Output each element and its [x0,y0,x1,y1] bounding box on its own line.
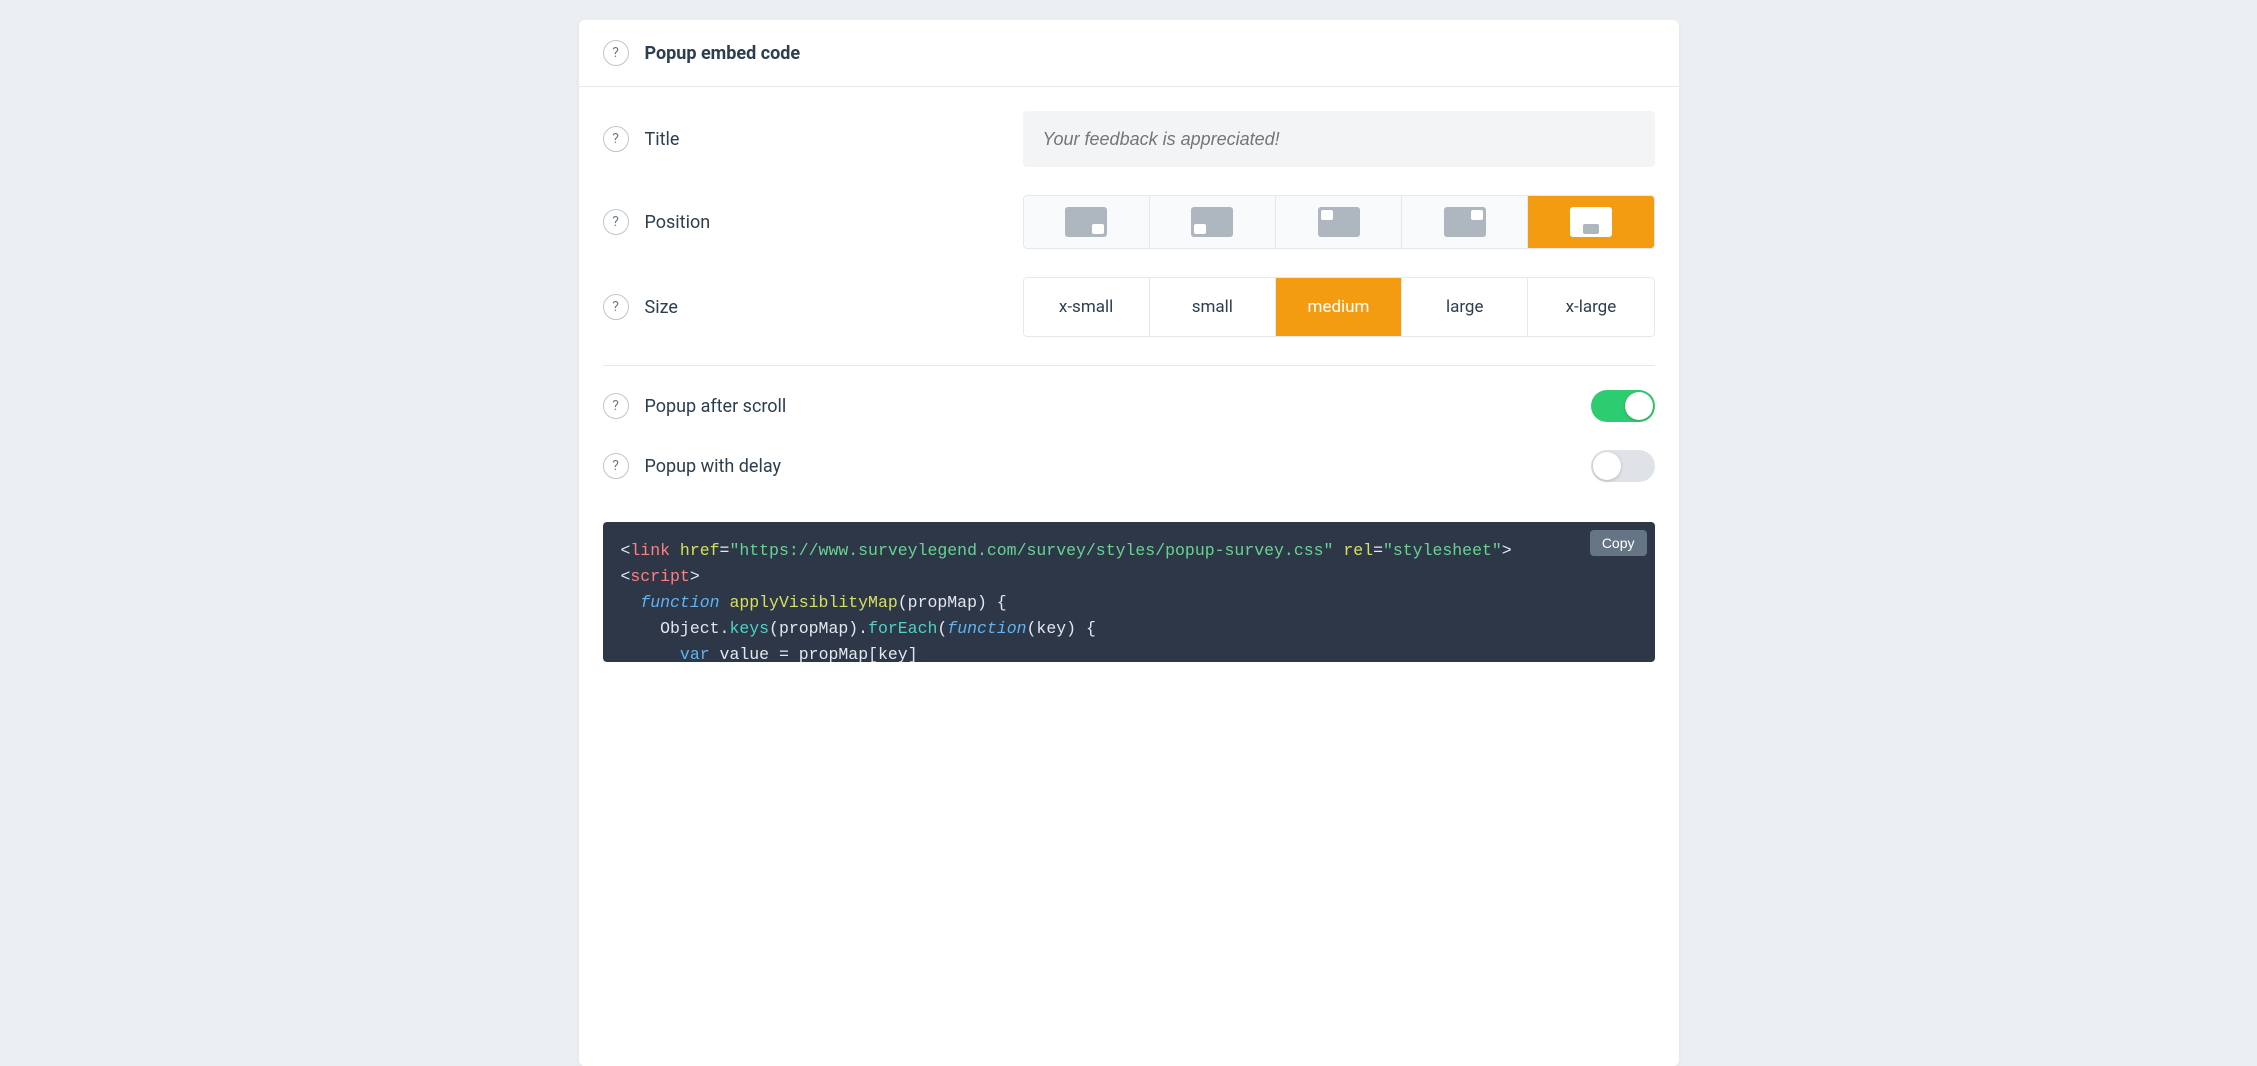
code-block: Copy <link href="https://www.surveylegen… [603,522,1655,662]
position-option-top-left[interactable] [1276,196,1402,248]
label-title: Title [645,129,680,150]
label-size: Size [645,297,678,318]
help-icon[interactable]: ? [603,453,629,479]
size-option-x-small[interactable]: x-small [1024,278,1150,336]
size-option-small[interactable]: small [1150,278,1276,336]
label-popup-with-delay: Popup with delay [645,456,782,477]
label-popup-after-scroll: Popup after scroll [645,396,787,417]
size-option-large[interactable]: large [1402,278,1528,336]
position-bottom-left-icon [1191,207,1233,237]
position-top-right-icon [1444,207,1486,237]
title-input[interactable] [1023,111,1655,167]
toggle-knob [1593,452,1621,480]
position-top-left-icon [1318,207,1360,237]
copy-button[interactable]: Copy [1590,530,1647,556]
settings-card: ? Popup embed code ? Title ? Position [579,20,1679,1066]
label-position: Position [645,212,711,233]
position-option-bottom-right[interactable] [1024,196,1150,248]
toggle-popup-after-scroll[interactable] [1591,390,1655,422]
position-bottom-right-icon [1065,207,1107,237]
position-option-top-right[interactable] [1402,196,1528,248]
help-icon[interactable]: ? [603,209,629,235]
embed-code[interactable]: <link href="https://www.surveylegend.com… [621,538,1637,662]
size-option-x-large[interactable]: x-large [1528,278,1653,336]
toggle-knob [1625,392,1653,420]
row-position: ? Position [603,195,1655,249]
position-bottom-center-icon [1570,207,1612,237]
section-triggers: ? Popup after scroll ? Popup with delay [579,366,1679,510]
row-title: ? Title [603,111,1655,167]
row-popup-after-scroll: ? Popup after scroll [603,390,1655,422]
row-size: ? Size x-small small medium large x-larg… [603,277,1655,337]
position-option-bottom-center[interactable] [1528,196,1653,248]
help-icon[interactable]: ? [603,294,629,320]
help-icon[interactable]: ? [603,40,629,66]
position-option-bottom-left[interactable] [1150,196,1276,248]
section-appearance: ? Title ? Position [579,87,1679,365]
row-popup-with-delay: ? Popup with delay [603,450,1655,482]
help-icon[interactable]: ? [603,126,629,152]
size-segmented: x-small small medium large x-large [1023,277,1655,337]
card-title: Popup embed code [645,43,801,64]
size-option-medium[interactable]: medium [1276,278,1402,336]
card-header: ? Popup embed code [579,20,1679,87]
help-icon[interactable]: ? [603,393,629,419]
position-segmented [1023,195,1655,249]
toggle-popup-with-delay[interactable] [1591,450,1655,482]
